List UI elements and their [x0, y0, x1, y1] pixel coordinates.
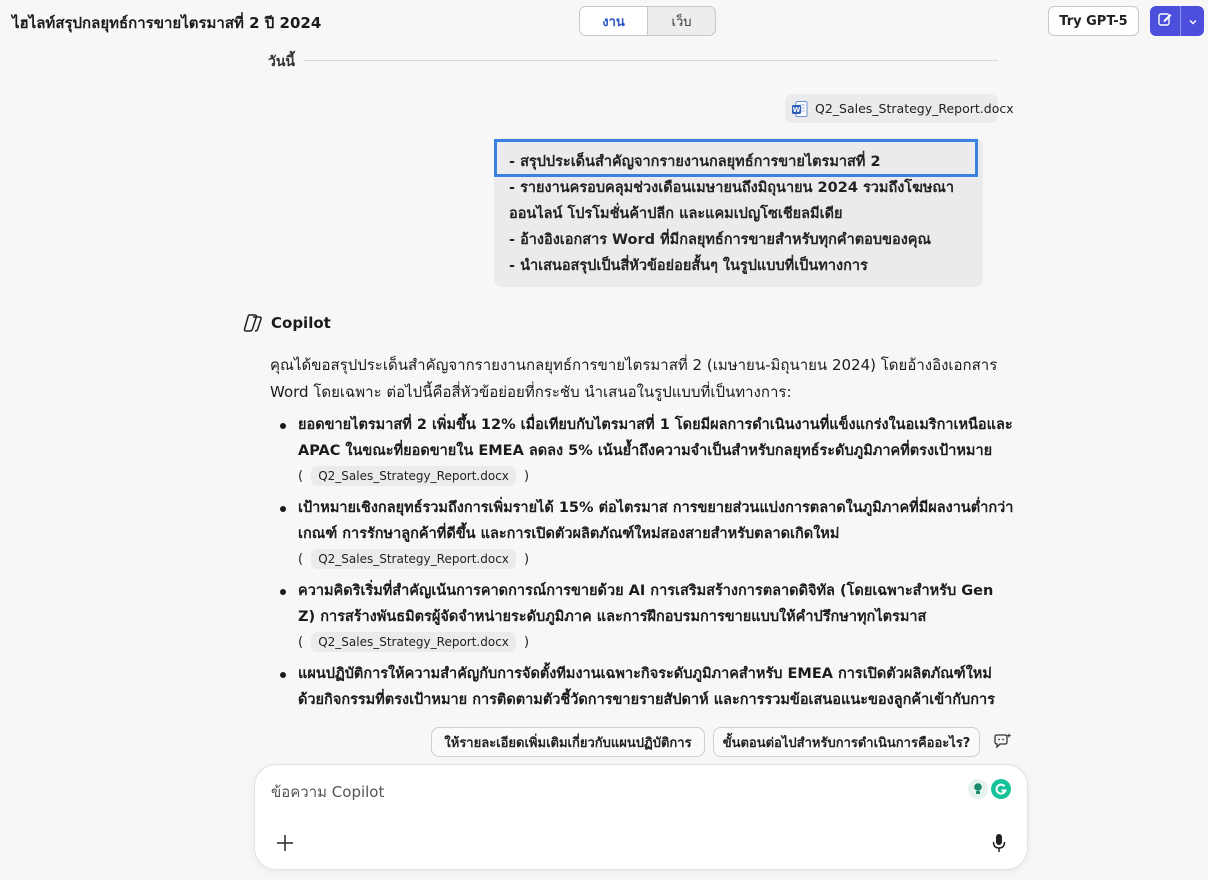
response-intro: คุณได้ขอสรุปประเด็นสำคัญจากรายงานกลยุทธ์…: [270, 356, 998, 401]
list-item: เป้าหมายเชิงกลยุทธ์รวมถึงการเพิ่มรายได้ …: [270, 495, 1015, 573]
user-message-line: - สรุปประเด็นสำคัญจากรายงานกลยุทธ์การขาย…: [509, 154, 881, 170]
assistant-header: Copilot: [242, 312, 331, 334]
extension-icons: [968, 779, 1011, 799]
attachment-filename: Q2_Sales_Strategy_Report.docx: [815, 101, 1014, 116]
mode-toggle: งาน เว็บ: [579, 6, 716, 36]
grammarly-icon[interactable]: [991, 779, 1011, 799]
tab-web[interactable]: เว็บ: [648, 7, 715, 35]
compose-icon: [1157, 11, 1173, 31]
svg-text:W: W: [793, 106, 801, 114]
citation-link[interactable]: Q2_Sales_Strategy_Report.docx: [311, 632, 516, 652]
list-item: ยอดขายไตรมาสที่ 2 เพิ่มขึ้น 12% เมื่อเที…: [270, 412, 1015, 490]
bullet-text: แผนปฏิบัติการให้ความสำคัญกับการจัดตั้งที…: [298, 666, 995, 708]
microphone-icon[interactable]: [987, 831, 1011, 855]
divider-line: [304, 60, 998, 61]
word-doc-icon: W: [791, 100, 809, 118]
message-input[interactable]: [271, 779, 951, 805]
suggestion-chip[interactable]: ให้รายละเอียดเพิ่มเติมเกี่ยวกับแผนปฏิบัต…: [431, 727, 705, 757]
citation: ( Q2_Sales_Strategy_Report.docx ): [298, 630, 1015, 656]
user-message-line: - นำเสนอสรุปเป็นสี่หัวข้อย่อยสั้นๆ ในรูป…: [509, 258, 868, 274]
new-chat-button[interactable]: [1150, 6, 1180, 36]
page-title: ไฮไลท์สรุปกลยุทธ์การขายไตรมาสที่ 2 ปี 20…: [12, 14, 322, 32]
lightbulb-icon[interactable]: [968, 779, 988, 799]
bullet-text: ยอดขายไตรมาสที่ 2 เพิ่มขึ้น 12% เมื่อเที…: [298, 417, 1013, 459]
user-message-line: - อ้างอิงเอกสาร Word ที่มีกลยุทธ์การขายส…: [509, 232, 931, 248]
user-message-line: ออนไลน์ โปรโมชั่นค้าปลีก และแคมเปญโซเชีย…: [509, 206, 843, 222]
new-chat-split-button: [1150, 6, 1204, 36]
top-bar: ไฮไลท์สรุปกลยุทธ์การขายไตรมาสที่ 2 ปี 20…: [0, 0, 1208, 44]
suggestion-chip[interactable]: ขั้นตอนต่อไปสำหรับการดำเนินการคืออะไร?: [713, 727, 980, 757]
citation-link[interactable]: Q2_Sales_Strategy_Report.docx: [311, 466, 516, 486]
new-chat-dropdown[interactable]: [1181, 6, 1204, 36]
bullet-text: ความคิดริเริ่มที่สำคัญเน้นการคาดการณ์การ…: [298, 583, 994, 625]
attachment-chip[interactable]: W Q2_Sales_Strategy_Report.docx: [785, 94, 1014, 123]
assistant-name: Copilot: [271, 314, 331, 332]
list-item: แผนปฏิบัติการให้ความสำคัญกับการจัดตั้งที…: [270, 661, 1015, 712]
message-composer: [254, 764, 1028, 870]
user-message-line: - รายงานครอบคลุมช่วงเดือนเมษายนถึงมิถุนา…: [509, 180, 955, 196]
tab-work[interactable]: งาน: [580, 7, 648, 35]
list-item: ความคิดริเริ่มที่สำคัญเน้นการคาดการณ์การ…: [270, 578, 1015, 656]
assistant-response: คุณได้ขอสรุปประเด็นสำคัญจากรายงานกลยุทธ์…: [270, 352, 1015, 712]
plus-icon[interactable]: [273, 831, 297, 855]
citation: ( Q2_Sales_Strategy_Report.docx ): [298, 464, 1015, 490]
user-message-bubble: - สรุปประเด็นสำคัญจากรายงานกลยุทธ์การขาย…: [494, 138, 983, 287]
date-divider: วันนี้: [268, 50, 998, 70]
copilot-logo-icon: [242, 312, 264, 334]
bullet-text: เป้าหมายเชิงกลยุทธ์รวมถึงการเพิ่มรายได้ …: [298, 500, 1014, 542]
try-gpt5-button[interactable]: Try GPT-5: [1048, 6, 1139, 36]
citation-link[interactable]: Q2_Sales_Strategy_Report.docx: [311, 549, 516, 569]
more-suggestions-icon[interactable]: [990, 730, 1014, 754]
chevron-down-icon: [1188, 12, 1198, 31]
response-bullets: ยอดขายไตรมาสที่ 2 เพิ่มขึ้น 12% เมื่อเที…: [270, 412, 1015, 712]
citation: ( Q2_Sales_Strategy_Report.docx ): [298, 547, 1015, 573]
date-label: วันนี้: [268, 54, 296, 70]
